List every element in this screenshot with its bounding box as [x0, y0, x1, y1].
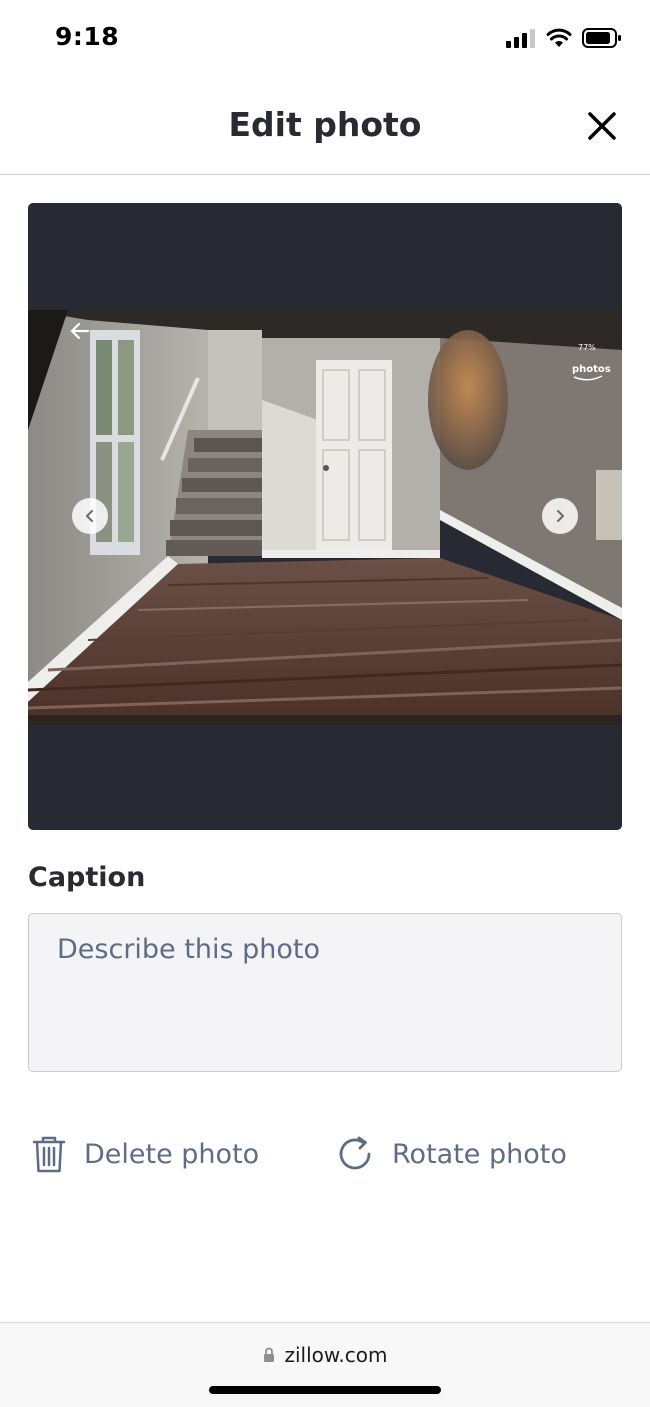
caption-input[interactable]: [28, 913, 622, 1072]
photo-image: 77% photos: [28, 310, 622, 725]
cellular-signal-icon: [506, 29, 535, 48]
rotate-icon: [339, 1136, 371, 1170]
photo-overlay-battery: 77%: [578, 343, 596, 352]
trash-icon: [32, 1136, 66, 1173]
lock-icon: [263, 1347, 274, 1362]
previous-photo-button[interactable]: [72, 498, 108, 534]
page-title: Edit photo: [228, 105, 422, 144]
caption-label: Caption: [28, 862, 146, 893]
close-button[interactable]: [584, 108, 620, 144]
delete-photo-label: Delete photo: [84, 1138, 260, 1170]
chevron-left-icon: [86, 510, 93, 522]
url-row: zillow.com: [0, 1343, 650, 1367]
photo-preview: 77% photos: [28, 203, 622, 830]
header: Edit photo: [0, 78, 650, 175]
close-icon: [588, 112, 616, 140]
battery-icon: [582, 28, 621, 48]
browser-address-bar[interactable]: zillow.com: [0, 1322, 650, 1407]
rotate-photo-label: Rotate photo: [392, 1138, 567, 1170]
url-text: zillow.com: [284, 1343, 388, 1367]
status-bar: 9:18: [0, 0, 650, 78]
status-time: 9:18: [55, 22, 120, 51]
photo-overlay-app-label: photos: [572, 364, 611, 375]
next-photo-button[interactable]: [542, 498, 578, 534]
wifi-icon: [546, 28, 572, 47]
home-indicator[interactable]: [209, 1386, 441, 1394]
status-icons: [506, 27, 622, 49]
chevron-right-icon: [557, 510, 564, 522]
delete-photo-button[interactable]: Delete photo: [30, 1134, 259, 1174]
rotate-photo-button[interactable]: Rotate photo: [336, 1134, 567, 1174]
